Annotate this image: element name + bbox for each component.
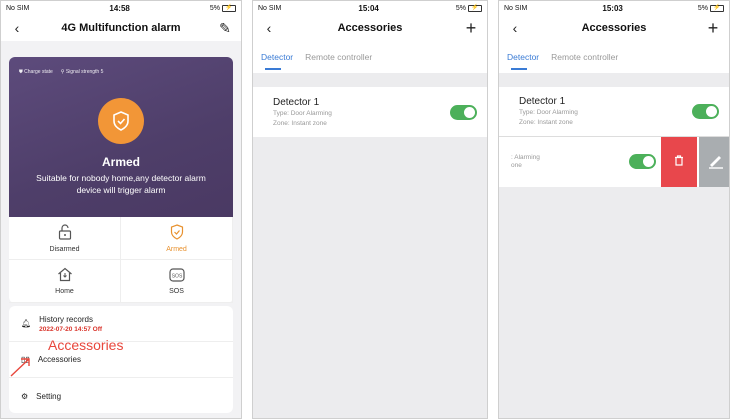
detector-toggle[interactable] bbox=[450, 104, 477, 120]
status-bar: No SIM 14:58 5% ⚡ bbox=[1, 1, 241, 15]
edit-icon[interactable]: ✎ bbox=[217, 21, 233, 35]
swiped-toggle[interactable] bbox=[629, 154, 656, 169]
mode-label: Home bbox=[55, 288, 74, 295]
battery: 5% ⚡ bbox=[455, 4, 482, 12]
status-bar: No SIM 15:04 5% ⚡ bbox=[253, 1, 487, 15]
status-bar: No SIM 15:03 5% ⚡ bbox=[499, 1, 729, 15]
mode-armed-button[interactable]: Armed bbox=[121, 217, 233, 260]
swiped-zone: one bbox=[511, 162, 522, 169]
history-subtitle: 2022-07-20 14:57 Off bbox=[39, 325, 103, 333]
page-title: Accessories bbox=[581, 22, 647, 34]
signal-icon: ⚲ bbox=[60, 69, 65, 75]
nav-bar: ‹ Accessories + bbox=[253, 15, 487, 41]
phone-screen-accessories: No SIM 15:04 5% ⚡ ‹ Accessories + Detecto… bbox=[252, 0, 488, 419]
detector-type: Type: Door Alarming bbox=[273, 109, 332, 117]
detector-item[interactable]: Detector 1 Type: Door Alarming Zone: Ins… bbox=[499, 87, 729, 137]
battery-percent: 5% bbox=[455, 4, 466, 12]
armed-shield-icon bbox=[98, 98, 144, 144]
detector-name: Detector 1 bbox=[273, 96, 320, 108]
trash-icon bbox=[674, 153, 684, 171]
page-title: 4G Multifunction alarm bbox=[61, 22, 181, 34]
shield-small-icon: ⛊ bbox=[19, 69, 23, 75]
detector-item-swiped[interactable]: : Alarming one bbox=[499, 137, 729, 187]
alarm-state: Armed bbox=[101, 155, 140, 169]
setting-label: Setting bbox=[36, 391, 62, 401]
swiped-item-info: : Alarming one bbox=[511, 154, 540, 170]
add-icon[interactable]: + bbox=[463, 19, 479, 37]
tab-bar: Detector Remote controller bbox=[253, 41, 487, 73]
battery-icon: ⚡ bbox=[710, 4, 724, 12]
alarm-description: Suitable for nobody home,any detector al… bbox=[36, 173, 206, 195]
battery-icon: ⚡ bbox=[468, 4, 482, 12]
history-title: History records bbox=[39, 314, 93, 324]
clock: 15:04 bbox=[358, 3, 379, 13]
battery: 5% ⚡ bbox=[209, 4, 236, 12]
detector-item[interactable]: Detector 1 Type: Door Alarming Zone: Ins… bbox=[253, 87, 487, 137]
mode-home-button[interactable]: Home bbox=[9, 260, 121, 303]
carrier-label: No SIM bbox=[504, 4, 528, 12]
detector-name: Detector 1 bbox=[519, 96, 566, 107]
tab-remote-controller[interactable]: Remote controller bbox=[305, 52, 372, 62]
detector-type: Type: Door Alarming bbox=[519, 109, 578, 116]
delete-button[interactable] bbox=[661, 137, 697, 187]
alarm-status-card: ⛊ Charge state ⚲ Signal strength 5 Armed… bbox=[9, 57, 233, 217]
bell-icon: 🔔︎ bbox=[21, 319, 32, 328]
device-info: ⛊ Charge state ⚲ Signal strength 5 bbox=[19, 69, 103, 75]
setting-item[interactable]: ⚙ Setting bbox=[9, 378, 233, 414]
annotation-label: Accessories bbox=[48, 337, 124, 353]
detector-zone: Zone: Instant zone bbox=[519, 119, 573, 126]
battery-percent: 5% bbox=[697, 4, 708, 12]
annotation-arrow-icon bbox=[10, 358, 30, 377]
charge-state: ⛊ Charge state bbox=[19, 69, 53, 75]
menu-list: 🔔︎ History records 2022-07-20 14:57 Off … bbox=[9, 306, 233, 413]
tab-detector[interactable]: Detector bbox=[507, 52, 539, 70]
signal-strength: ⚲ Signal strength 5 bbox=[61, 69, 104, 75]
carrier-label: No SIM bbox=[6, 4, 30, 12]
phone-screen-home: No SIM 14:58 5% ⚡ ‹ 4G Multifunction alar… bbox=[0, 0, 242, 419]
svg-text:SOS: SOS bbox=[171, 273, 182, 279]
tab-remote-controller[interactable]: Remote controller bbox=[551, 52, 618, 62]
edit-button[interactable] bbox=[699, 137, 729, 187]
detector-toggle[interactable] bbox=[692, 104, 719, 119]
back-icon[interactable]: ‹ bbox=[261, 21, 277, 35]
tab-bar: Detector Remote controller bbox=[499, 41, 729, 73]
charge-label: Charge state bbox=[24, 69, 53, 75]
accessories-label: Accessories bbox=[37, 355, 81, 364]
clock: 14:58 bbox=[109, 3, 130, 13]
battery: 5% ⚡ bbox=[697, 4, 724, 12]
mode-label: Disarmed bbox=[49, 245, 80, 253]
add-icon[interactable]: + bbox=[705, 19, 721, 37]
page-title: Accessories bbox=[337, 22, 403, 34]
sos-icon: SOS bbox=[168, 267, 185, 284]
shield-icon bbox=[170, 223, 184, 242]
gear-icon: ⚙ bbox=[21, 391, 29, 401]
detector-zone: Zone: Instant zone bbox=[273, 119, 327, 127]
phone-screen-accessories-swipe: No SIM 15:03 5% ⚡ ‹ Accessories + Detecto… bbox=[498, 0, 730, 419]
tab-detector[interactable]: Detector bbox=[261, 52, 293, 70]
home-icon bbox=[57, 267, 73, 284]
clock: 15:03 bbox=[602, 3, 623, 13]
nav-bar: ‹ Accessories + bbox=[499, 15, 729, 41]
mode-grid: Disarmed Armed Home SOS SOS bbox=[9, 217, 233, 303]
nav-bar: ‹ 4G Multifunction alarm ✎ bbox=[1, 15, 241, 41]
battery-icon: ⚡ bbox=[222, 4, 236, 12]
mode-label: Armed bbox=[166, 245, 187, 253]
carrier-label: No SIM bbox=[258, 4, 282, 12]
mode-disarmed-button[interactable]: Disarmed bbox=[9, 217, 121, 260]
swiped-type: : Alarming bbox=[511, 154, 540, 161]
back-icon[interactable]: ‹ bbox=[9, 21, 25, 35]
mode-label: SOS bbox=[169, 287, 184, 295]
pencil-icon bbox=[707, 151, 725, 174]
signal-label: Signal strength 5 bbox=[65, 69, 104, 75]
mode-sos-button[interactable]: SOS SOS bbox=[121, 260, 233, 303]
back-icon[interactable]: ‹ bbox=[507, 21, 523, 35]
battery-percent: 5% bbox=[209, 4, 220, 12]
unlock-icon bbox=[58, 223, 72, 242]
